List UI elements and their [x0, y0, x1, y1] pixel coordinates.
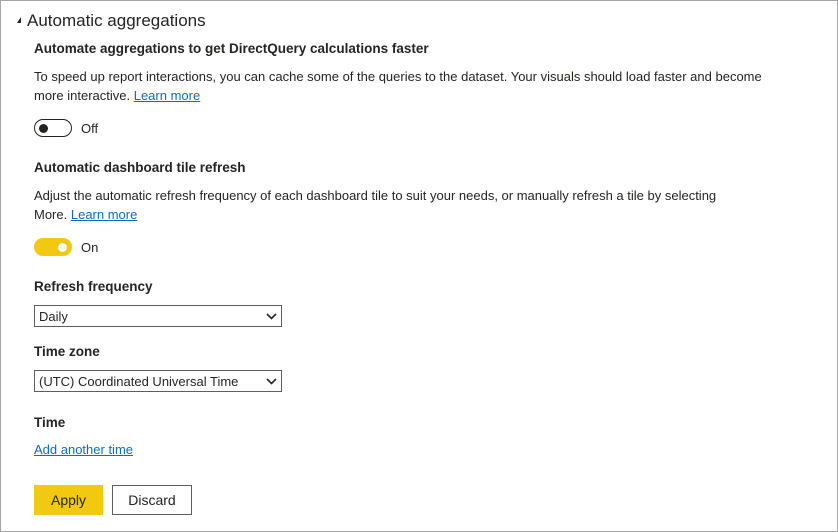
tile-refresh-description-line1: Adjust the automatic refresh frequency o… [34, 188, 717, 203]
section-title: Automatic aggregations [27, 11, 206, 30]
tile-refresh-learn-more-link[interactable]: Learn more [71, 207, 137, 222]
tile-refresh-description-line2: More. [34, 207, 68, 222]
time-zone-label: Time zone [34, 344, 100, 359]
aggregations-description-line1: To speed up report interactions, you can… [34, 69, 762, 84]
aggregations-description-line2: more interactive. [34, 88, 131, 103]
caret-collapse-icon[interactable] [17, 17, 21, 23]
discard-button[interactable]: Discard [112, 485, 192, 515]
time-label: Time [34, 415, 66, 430]
aggregations-heading: Automate aggregations to get DirectQuery… [34, 41, 429, 56]
chevron-down-icon [265, 375, 277, 387]
settings-panel: Automatic aggregations Automate aggregat… [0, 0, 838, 532]
tile-refresh-toggle-label: On [81, 239, 99, 255]
chevron-down-icon [265, 310, 277, 322]
tile-refresh-toggle[interactable] [34, 238, 72, 256]
refresh-frequency-select[interactable]: Daily [34, 305, 282, 327]
tile-refresh-heading: Automatic dashboard tile refresh [34, 160, 246, 175]
refresh-frequency-value: Daily [39, 308, 68, 324]
aggregations-toggle-row: Off [34, 119, 98, 137]
aggregations-toggle[interactable] [34, 119, 72, 137]
tile-refresh-description: Adjust the automatic refresh frequency o… [34, 186, 814, 224]
time-zone-select[interactable]: (UTC) Coordinated Universal Time [34, 370, 282, 392]
add-another-time-link[interactable]: Add another time [34, 442, 133, 457]
aggregations-learn-more-link[interactable]: Learn more [134, 88, 200, 103]
aggregations-toggle-label: Off [81, 120, 99, 136]
toggle-knob [39, 124, 48, 133]
section-header[interactable]: Automatic aggregations [17, 11, 206, 31]
toggle-knob [58, 243, 67, 252]
refresh-frequency-label: Refresh frequency [34, 279, 153, 294]
aggregations-description: To speed up report interactions, you can… [34, 67, 814, 105]
time-zone-value: (UTC) Coordinated Universal Time [39, 373, 239, 389]
tile-refresh-toggle-row: On [34, 238, 98, 256]
apply-button[interactable]: Apply [34, 485, 103, 515]
